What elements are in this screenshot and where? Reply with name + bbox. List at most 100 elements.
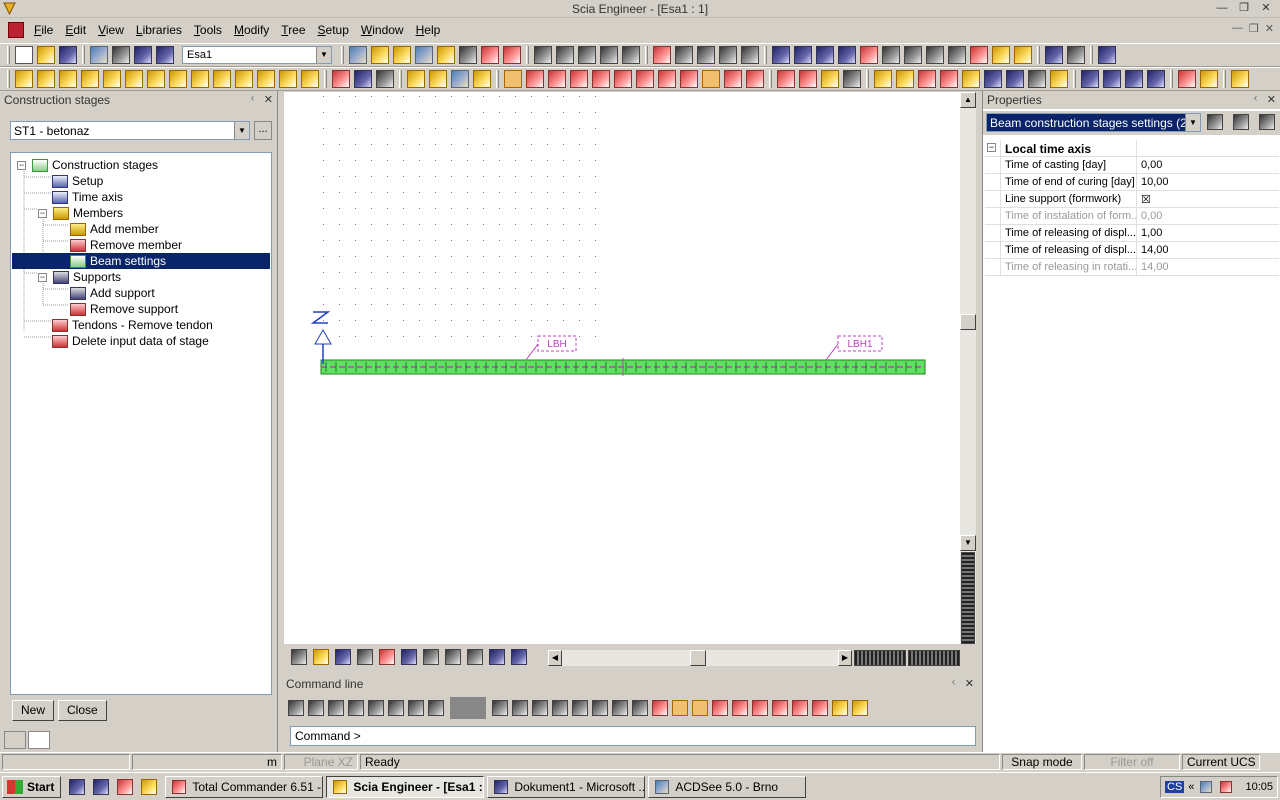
- view-z-icon[interactable]: [838, 46, 856, 64]
- snap-3-icon[interactable]: [612, 700, 628, 716]
- pan-icon[interactable]: [860, 46, 878, 64]
- node-icon[interactable]: [332, 70, 350, 88]
- zoom-window-icon[interactable]: [926, 46, 944, 64]
- scroll-thumb[interactable]: [960, 314, 976, 330]
- member-3-icon[interactable]: [59, 70, 77, 88]
- zoom-selection-icon[interactable]: [970, 46, 988, 64]
- zoom-select-icon[interactable]: [675, 46, 693, 64]
- command-input[interactable]: Command >: [290, 726, 976, 746]
- structure-icon[interactable]: [357, 649, 373, 665]
- chevron-down-icon[interactable]: ▼: [1185, 114, 1200, 131]
- menu-tools[interactable]: Tools: [188, 20, 228, 40]
- cmd-tool-2-icon[interactable]: [328, 700, 344, 716]
- cmd-tool-1-icon[interactable]: [308, 700, 324, 716]
- canvas-horizontal-scrollbar[interactable]: ◀ ▶: [548, 650, 852, 666]
- render-icon[interactable]: [992, 46, 1010, 64]
- filter-8-icon[interactable]: [658, 70, 676, 88]
- status-filter[interactable]: Filter off: [1084, 754, 1180, 770]
- save-icon[interactable]: [59, 46, 77, 64]
- tool-1-icon[interactable]: [777, 70, 795, 88]
- units-icon[interactable]: [349, 46, 367, 64]
- arc-tool-icon[interactable]: [532, 700, 548, 716]
- task-scia-engineer[interactable]: Scia Engineer - [Esa1 :...: [326, 775, 485, 798]
- properties-icon[interactable]: [134, 46, 152, 64]
- select-icon[interactable]: [653, 46, 671, 64]
- filter-4-icon[interactable]: [570, 70, 588, 88]
- menu-tree[interactable]: Tree: [275, 20, 311, 40]
- hinge-icon[interactable]: [376, 70, 394, 88]
- line-tool-icon[interactable]: [492, 700, 508, 716]
- mdi-minimize-icon[interactable]: —: [1232, 22, 1243, 35]
- property-value[interactable]: 10,00: [1137, 174, 1279, 190]
- zoom-out-icon[interactable]: [904, 46, 922, 64]
- axis-view-icon[interactable]: [335, 649, 351, 665]
- property-row[interactable]: Time of releasing of displ... 1,00: [985, 225, 1279, 242]
- toolbar-grip[interactable]: [1037, 46, 1040, 64]
- tree-item-tendons[interactable]: Tendons - Remove tendon: [52, 317, 213, 333]
- snap-1-icon[interactable]: [572, 700, 588, 716]
- menu-setup[interactable]: Setup: [312, 20, 355, 40]
- filter-clear-icon[interactable]: [1233, 114, 1249, 130]
- status-snap-mode[interactable]: Snap mode: [1002, 754, 1082, 770]
- axis-icon[interactable]: [741, 46, 759, 64]
- cmd-tool-6-icon[interactable]: [408, 700, 424, 716]
- picture-gallery-icon[interactable]: [600, 46, 618, 64]
- target-icon[interactable]: [459, 46, 477, 64]
- sections-icon[interactable]: [415, 46, 433, 64]
- chevron-down-icon[interactable]: ▼: [234, 122, 249, 139]
- menu-file[interactable]: File: [28, 20, 59, 40]
- tree-item-members[interactable]: − Members: [38, 205, 123, 221]
- tool-18-icon[interactable]: [1178, 70, 1196, 88]
- task-word[interactable]: Dokument1 - Microsoft ...: [487, 775, 646, 798]
- language-indicator[interactable]: CS: [1165, 781, 1185, 793]
- property-row[interactable]: Time of end of curing [day] 10,00: [985, 174, 1279, 191]
- pencil-icon[interactable]: [1259, 114, 1275, 130]
- member-4-icon[interactable]: [81, 70, 99, 88]
- member-label-lbh1[interactable]: LBH1: [825, 335, 883, 361]
- menu-help[interactable]: Help: [410, 20, 447, 40]
- property-value[interactable]: 0,00: [1137, 157, 1279, 173]
- toolbar-grip[interactable]: [341, 46, 344, 64]
- cmd-tool-7-icon[interactable]: [428, 700, 444, 716]
- filter-5-icon[interactable]: [592, 70, 610, 88]
- label-abc-icon[interactable]: [401, 649, 417, 665]
- windows-icon[interactable]: [1045, 46, 1063, 64]
- view-3d-icon[interactable]: [772, 46, 790, 64]
- grid-points-icon[interactable]: [719, 46, 737, 64]
- load-view-icon[interactable]: [379, 649, 395, 665]
- tree-item-setup[interactable]: Setup: [52, 173, 103, 189]
- cmd-tool-4-icon[interactable]: [368, 700, 384, 716]
- line-support-checkbox[interactable]: ☒: [1137, 191, 1279, 207]
- filter-7-icon[interactable]: [636, 70, 654, 88]
- tool-9-icon[interactable]: [962, 70, 980, 88]
- toolbar-grip[interactable]: [82, 46, 85, 64]
- tool-5-icon[interactable]: [874, 70, 892, 88]
- canvas-vertical-scrollbar[interactable]: ▲ ▼: [960, 92, 976, 644]
- print-icon[interactable]: [534, 46, 552, 64]
- page-icon[interactable]: [622, 46, 640, 64]
- filter-10-icon[interactable]: [702, 70, 720, 88]
- property-row[interactable]: Time of releasing of displ... 14,00: [985, 242, 1279, 259]
- pin-icon[interactable]: ᚲ: [950, 677, 957, 690]
- tool-20-icon[interactable]: [1231, 70, 1249, 88]
- snap-4-icon[interactable]: [632, 700, 648, 716]
- zoom-wheel-horizontal-2[interactable]: [908, 650, 960, 666]
- filter-icon[interactable]: [1207, 114, 1223, 130]
- selection-filter-icon[interactable]: [504, 70, 522, 88]
- print-preview-icon[interactable]: [556, 46, 574, 64]
- member-11-icon[interactable]: [235, 70, 253, 88]
- member-label-lbh[interactable]: LBH: [525, 335, 577, 361]
- member-5-icon[interactable]: [103, 70, 121, 88]
- member-2-icon[interactable]: [37, 70, 55, 88]
- snap-11-icon[interactable]: [812, 700, 828, 716]
- collapse-icon[interactable]: −: [987, 143, 996, 152]
- tree-item-supports[interactable]: − Supports: [38, 269, 121, 285]
- document-report-icon[interactable]: [578, 46, 596, 64]
- tab-window-view[interactable]: [28, 731, 50, 749]
- undo-icon[interactable]: [90, 46, 108, 64]
- list-icon[interactable]: [467, 649, 483, 665]
- pointer-icon[interactable]: [288, 700, 304, 716]
- pin-icon[interactable]: ᚲ: [249, 93, 256, 106]
- tool-8-icon[interactable]: [940, 70, 958, 88]
- model-view[interactable]: Z LBH LBH1: [284, 92, 960, 644]
